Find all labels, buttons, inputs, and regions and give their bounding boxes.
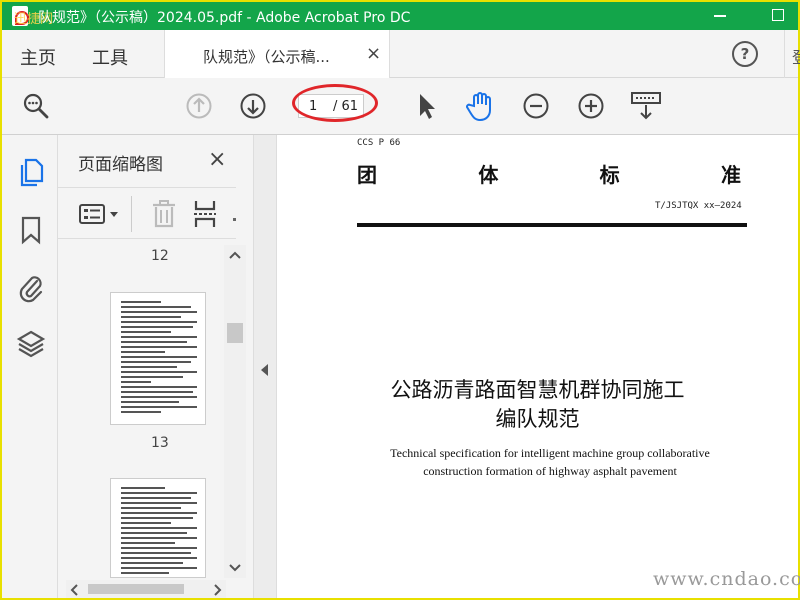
panel-title: 页面缩略图 — [78, 155, 163, 175]
next-page-icon[interactable] — [239, 92, 267, 120]
document-title-line2: 编队规范 — [495, 407, 580, 431]
sign-in-button[interactable]: 登 — [792, 44, 800, 68]
keyboard-scroll-icon[interactable] — [630, 90, 662, 122]
document-tab-label: 队规范》（公示稿... — [203, 48, 330, 66]
vertical-scroll-thumb[interactable] — [227, 323, 243, 343]
standard-char: 团 — [357, 163, 377, 187]
thumbnail-page-label: 13 — [151, 435, 169, 451]
document-tab[interactable]: 队规范》（公示稿... × — [164, 30, 390, 78]
collapse-panel-icon[interactable] — [261, 364, 269, 376]
help-button[interactable]: ? — [732, 41, 758, 67]
more-tools-dot[interactable] — [233, 218, 236, 221]
english-title-line2: construction formation of highway asphal… — [423, 464, 677, 478]
home-menu[interactable]: 主页 — [20, 44, 56, 70]
standard-char: 体 — [478, 163, 499, 187]
panel-splitter[interactable] — [253, 135, 277, 598]
scroll-down-icon[interactable] — [229, 564, 241, 572]
standard-heading: 团 体 标 准 — [357, 159, 741, 188]
ccs-code: CCS P 66 — [357, 138, 401, 148]
standard-char: 准 — [720, 163, 741, 187]
thumbnail-options-icon[interactable] — [78, 203, 122, 225]
document-view[interactable]: CCS P 66 团 体 标 准 T/JSJTQX xx—2024 公路沥青路面… — [277, 135, 800, 598]
thumbnails-vertical-scrollbar[interactable] — [224, 245, 246, 578]
menubar-divider — [784, 30, 785, 78]
english-title-line1: Technical specification for intelligent … — [390, 446, 710, 460]
zoom-out-icon[interactable] — [522, 92, 550, 120]
attachment-icon[interactable] — [17, 271, 45, 303]
title-bar: 迅捷网 队规范》（公示稿）2024.05.pdf - Adobe Acrobat… — [2, 2, 798, 30]
standard-char: 标 — [599, 163, 620, 187]
hand-tool-icon[interactable] — [466, 90, 496, 122]
tab-close-button[interactable]: × — [366, 43, 381, 64]
document-title-line1: 公路沥青路面智慧机群协同施工 — [390, 378, 685, 402]
zoom-in-icon[interactable] — [577, 92, 605, 120]
toolbar: 1 / 61 — [2, 78, 798, 135]
watermark-text: www.cndao.com — [653, 568, 800, 590]
thumbnails-panel: 页面缩略图 × 12 13 — [58, 135, 253, 598]
delete-page-icon[interactable] — [151, 199, 177, 229]
zoom-search-icon[interactable] — [22, 92, 50, 120]
highlight-annotation — [292, 84, 378, 122]
page-thumbnails-icon[interactable] — [17, 157, 45, 187]
minimize-button[interactable] — [714, 15, 726, 17]
layers-icon[interactable] — [16, 329, 46, 359]
extract-page-icon[interactable] — [192, 199, 218, 229]
panel-close-button[interactable]: × — [208, 147, 226, 172]
thumbnail-page-label: 12 — [151, 248, 169, 264]
menu-bar: 主页 工具 队规范》（公示稿... × ? 登 — [2, 30, 800, 78]
page-thumbnail-14[interactable] — [110, 478, 206, 578]
scroll-left-icon[interactable] — [70, 584, 78, 596]
panel-toolbar-divider — [131, 196, 132, 232]
window-title: 队规范》（公示稿）2024.05.pdf - Adobe Acrobat Pro… — [38, 10, 411, 26]
scroll-right-icon[interactable] — [214, 584, 222, 596]
navigation-rail — [2, 135, 58, 598]
panel-toolbar — [58, 187, 236, 239]
scroll-up-icon[interactable] — [229, 251, 241, 259]
prev-page-icon[interactable] — [185, 92, 213, 120]
select-arrow-icon[interactable] — [416, 92, 438, 120]
page-thumbnail-13[interactable] — [110, 292, 206, 425]
bookmark-icon[interactable] — [19, 215, 43, 245]
horizontal-scroll-thumb[interactable] — [88, 584, 184, 594]
heading-rule — [357, 223, 747, 227]
thumbnails-horizontal-scrollbar[interactable] — [66, 580, 226, 598]
standard-number: T/JSJTQX xx—2024 — [655, 201, 742, 211]
tools-menu[interactable]: 工具 — [92, 44, 128, 70]
maximize-button[interactable] — [772, 9, 784, 21]
